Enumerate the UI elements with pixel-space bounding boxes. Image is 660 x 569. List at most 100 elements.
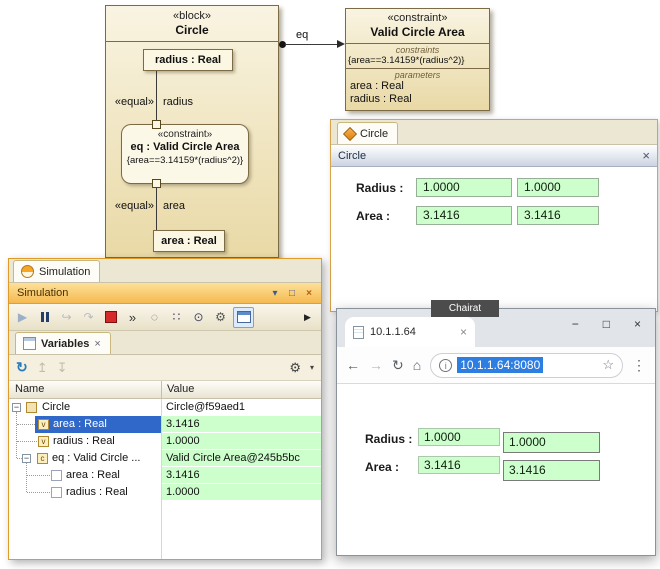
row-name-cell[interactable]: area : Real [9,467,161,484]
step-into-button[interactable]: ↪ [57,308,76,327]
row-value-cell[interactable]: Circle@f59aed1 [162,399,321,416]
close-icon[interactable]: × [302,287,316,300]
panel-menu-icon[interactable]: ▾ [268,287,282,300]
radius-label: Radius : [356,179,403,197]
tab-close-icon[interactable]: × [460,325,467,339]
settings-button[interactable]: ⚙ [211,308,230,327]
area-label: Area : [365,458,399,476]
row-name: area : Real [66,469,120,481]
tab-circle[interactable]: Circle [337,122,398,144]
browser-titlebar: Chairat 10.1.1.64 × − □ × [337,309,655,347]
bookmark-star-icon[interactable]: ☆ [602,357,614,373]
value-property-icon [38,436,49,447]
connector-line-eq[interactable] [285,44,338,45]
run-button[interactable]: ▶ [13,308,32,327]
value-property-icon [38,419,49,430]
circle-ui-panel: Circle Circle × Radius : 1.0000 1.0000 A… [330,119,658,312]
stop-icon [105,311,117,323]
open-in-browser-button[interactable] [233,307,254,328]
area-input[interactable]: 3.1416 [503,460,600,481]
part-radius[interactable]: radius : Real [143,49,233,71]
row-name: radius : Real [53,435,115,447]
row-name-cell[interactable]: radius : Real [9,484,161,501]
page-favicon [353,326,364,339]
parameters-compartment-label: parameters [346,70,489,80]
binding-area-role: area [163,200,185,212]
minimize-button[interactable]: − [572,317,579,331]
connector-arrowhead [337,40,345,48]
radius-input[interactable]: 1.0000 [503,432,600,453]
radius-field-1[interactable]: 1.0000 [416,178,512,197]
row-name-cell[interactable]: area : Real [9,416,161,433]
ui-mockup-icon [343,126,357,140]
float-window-icon[interactable]: □ [285,287,299,300]
toolbar-overflow-button[interactable]: ▶ [298,308,317,327]
parameter-port-top [152,120,161,129]
step-over-button[interactable]: ↷ [79,308,98,327]
row-value-cell[interactable]: 3.1416 [162,416,321,433]
area-field-2[interactable]: 3.1416 [517,206,599,225]
constraint-block-valid-circle-area[interactable]: «constraint» Valid Circle Area constrain… [345,8,490,111]
row-value-cell[interactable]: 3.1416 [162,467,321,484]
simulation-window: Simulation Simulation ▾ □ × ▶ ↪ ↷ » ◌ ∷ … [8,258,322,560]
profile-badge[interactable]: Chairat [431,300,499,317]
area-field-1[interactable]: 3.1416 [416,206,512,225]
forward-button[interactable]: → [369,357,383,373]
table-row-selected: area : Real 3.1416 [9,416,321,433]
export-button-2[interactable]: ↧ [57,360,68,376]
back-button[interactable]: ← [346,357,360,373]
expander-icon[interactable] [22,454,31,463]
pause-button[interactable] [35,308,54,327]
part-area[interactable]: area : Real [153,230,225,252]
browser-tab[interactable]: 10.1.1.64 × [345,317,475,347]
terminate-button[interactable] [101,308,120,327]
row-name-cell[interactable]: Circle [9,399,161,416]
browser-tab-title: 10.1.1.64 [370,326,454,338]
gear-icon[interactable]: ⚙ [289,360,301,376]
instance-icon [26,402,37,413]
constraint-property-icon [37,453,48,464]
browser-menu-icon[interactable]: ⋮ [632,357,646,374]
window-controls: − □ × [572,317,641,331]
area-field-1[interactable]: 3.1416 [418,456,500,474]
close-icon[interactable]: × [642,149,650,162]
watch-button[interactable]: ⊙ [189,308,208,327]
radius-label: Radius : [365,430,412,448]
simulation-titlebar: Simulation ▾ □ × [9,283,321,304]
constraint-block-name: Valid Circle Area [346,25,489,39]
value-column-header[interactable]: Value [167,383,194,395]
name-column-header[interactable]: Name [15,383,44,395]
export-button-1[interactable]: ↥ [37,360,48,376]
close-button[interactable]: × [634,317,641,331]
home-button[interactable]: ⌂ [413,357,421,373]
parameter-port-bottom [152,179,161,188]
tab-simulation[interactable]: Simulation [13,260,100,282]
constraint-property[interactable]: «constraint» eq : Valid Circle Area {are… [121,124,249,184]
more-options-button[interactable]: » [123,308,142,327]
site-info-icon[interactable]: i [439,359,452,372]
constraint-block-stereotype: «constraint» [346,12,489,24]
row-value-cell[interactable]: 1.0000 [162,433,321,450]
row-name-cell[interactable]: radius : Real [9,433,161,450]
expander-icon[interactable] [12,403,21,412]
parameter-icon [51,470,62,481]
table-row: area : Real 3.1416 [9,467,321,484]
animation-button[interactable]: ◌ [145,308,164,327]
close-icon[interactable]: × [94,338,100,350]
radius-field-1[interactable]: 1.0000 [418,428,500,446]
refresh-button[interactable]: ↻ [16,359,28,376]
reload-button[interactable]: ↻ [392,357,404,374]
radius-field-2[interactable]: 1.0000 [517,178,599,197]
row-name-cell[interactable]: eq : Valid Circle ... [9,450,161,467]
variables-table-header: Name Value [9,381,321,399]
chevron-down-icon[interactable]: ▾ [310,363,314,372]
table-row: eq : Valid Circle ... Valid Circle Area@… [9,450,321,467]
maximize-button[interactable]: □ [603,317,610,331]
column-separator[interactable] [161,381,162,398]
row-value-cell[interactable]: 1.0000 [162,484,321,501]
tokens-button[interactable]: ∷ [167,308,186,327]
parameter-icon [51,487,62,498]
tab-variables[interactable]: Variables × [15,332,111,354]
address-bar[interactable]: i 10.1.1.64:8080 ☆ [430,353,623,378]
row-value-cell[interactable]: Valid Circle Area@245b5bc [162,450,321,467]
